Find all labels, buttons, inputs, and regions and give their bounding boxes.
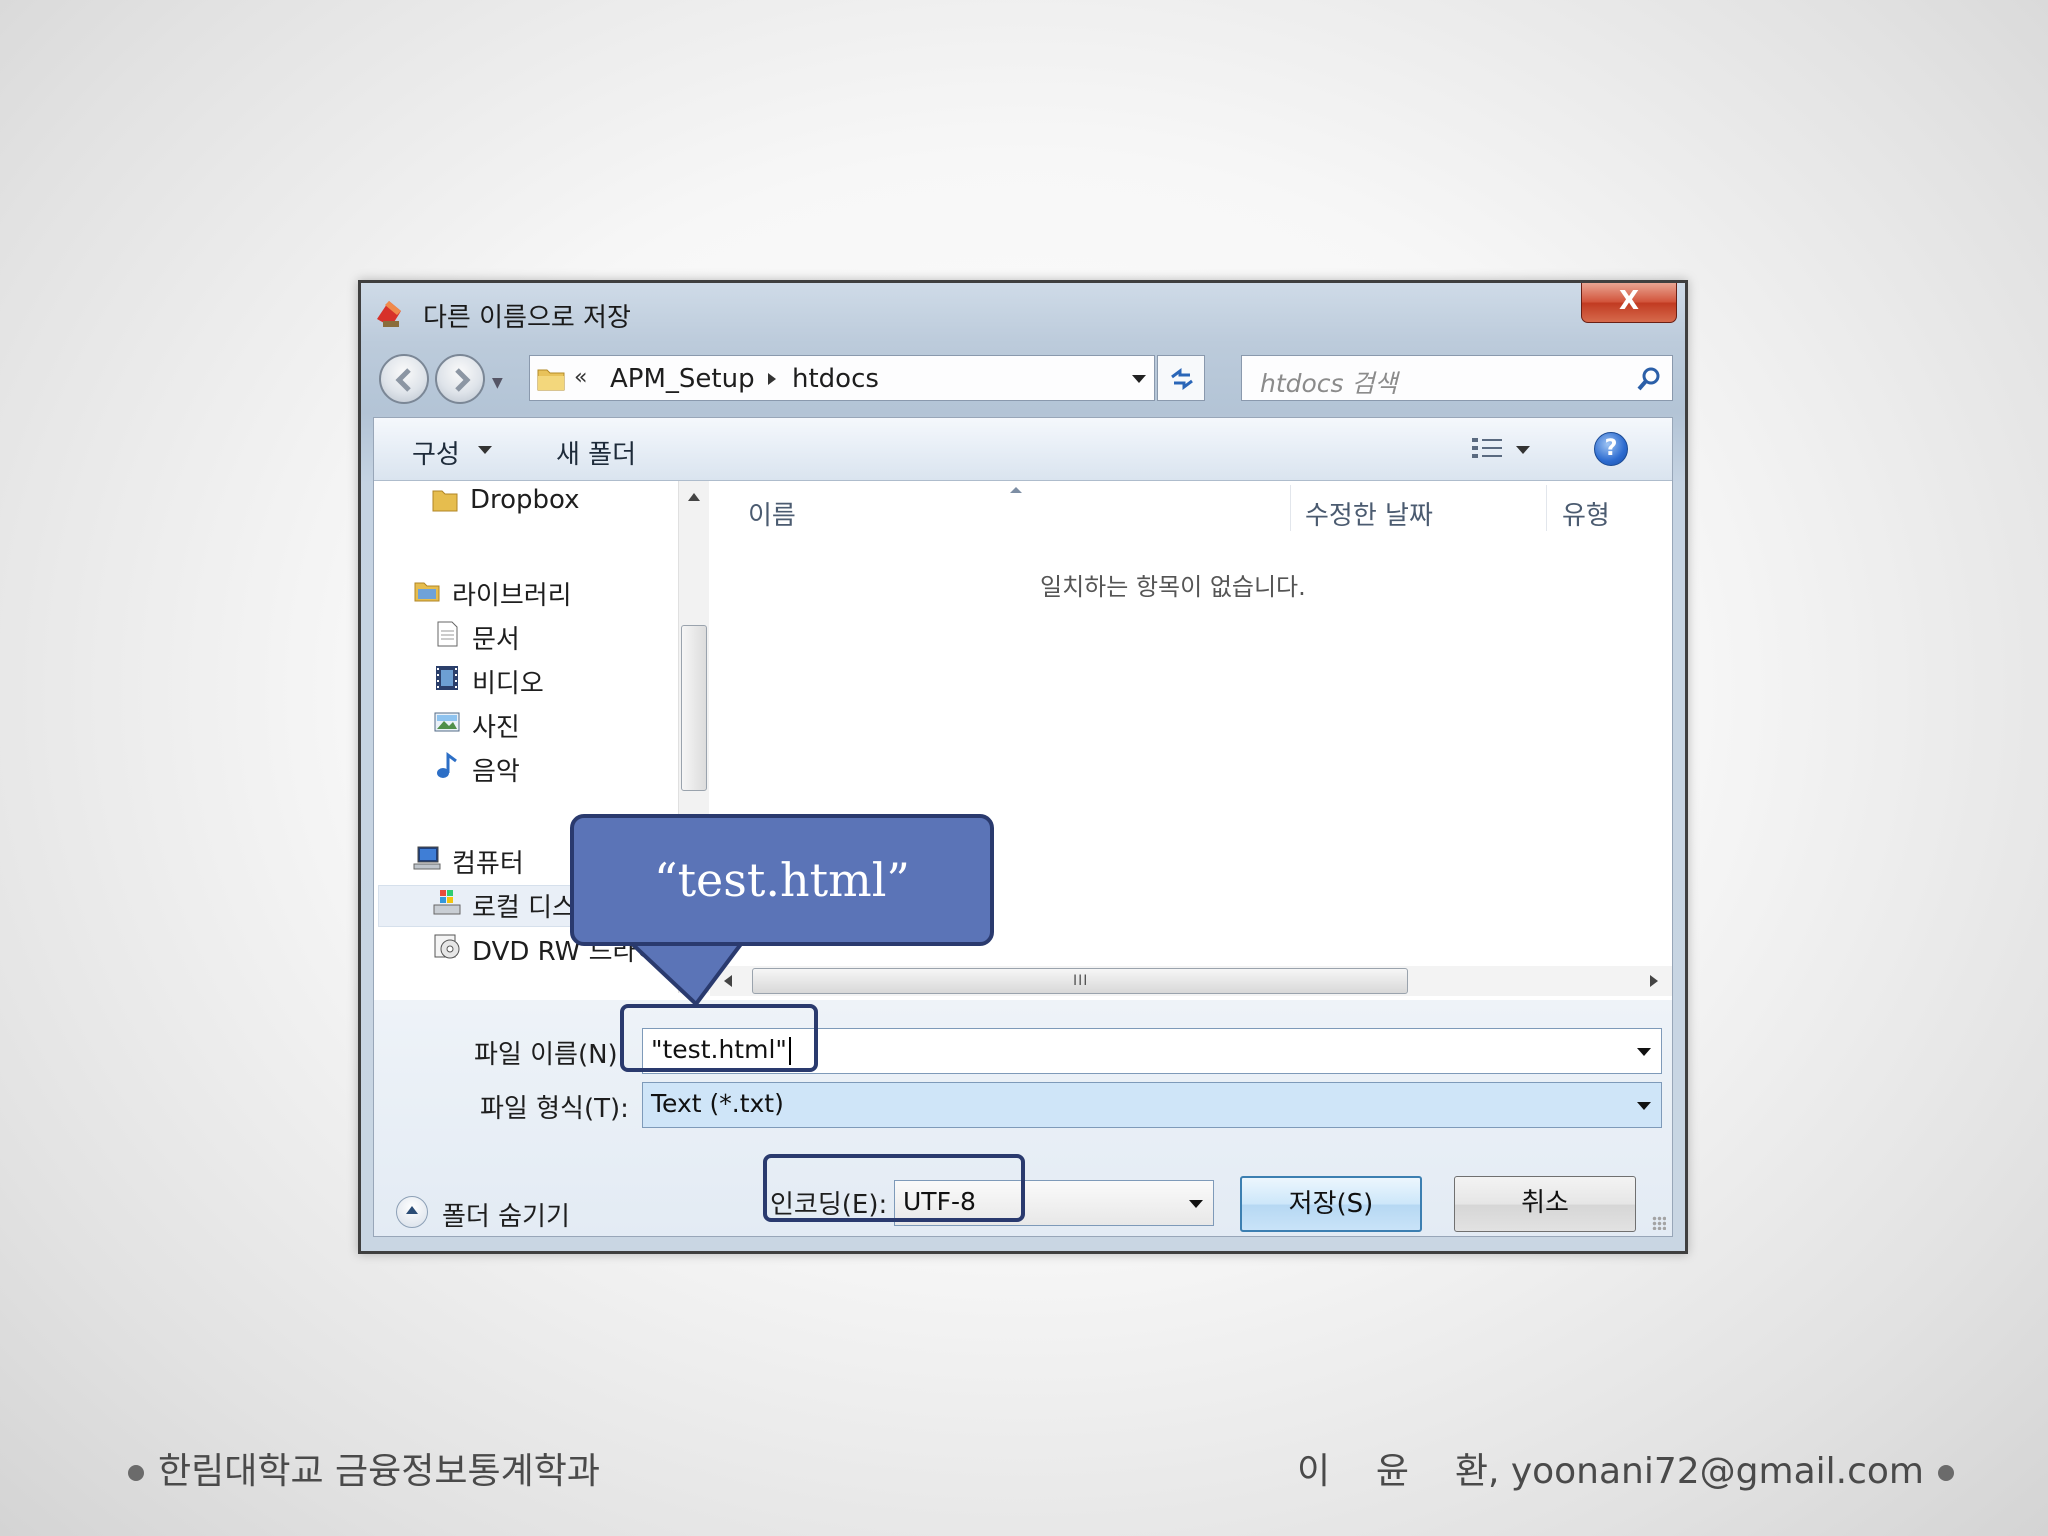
computer-icon	[413, 846, 441, 870]
encoding-highlight-box	[763, 1154, 1025, 1222]
file-list-horizontal-scrollbar[interactable]: III	[710, 966, 1672, 996]
refresh-button[interactable]	[1157, 355, 1205, 401]
filename-highlight-box	[620, 1004, 818, 1072]
filetype-select[interactable]: Text (*.txt)	[642, 1082, 1662, 1128]
dialog-body: 구성 새 폴더 ? Dropbox 라이브러리 문서 비디오 사진 음악 컴퓨터…	[373, 417, 1673, 1237]
resize-grip[interactable]	[1652, 1216, 1666, 1230]
music-icon	[437, 752, 457, 778]
back-button[interactable]	[379, 354, 429, 404]
app-icon	[377, 301, 401, 327]
nav-item-label: Dropbox	[470, 485, 580, 515]
filetype-label: 파일 형식(T):	[480, 1094, 629, 1124]
chevron-down-icon[interactable]	[1189, 1200, 1203, 1208]
scrollbar-thumb[interactable]	[681, 625, 707, 791]
dvd-drive-icon	[434, 934, 460, 959]
video-icon	[436, 666, 458, 690]
picture-icon	[434, 712, 460, 732]
forward-button[interactable]	[435, 354, 485, 404]
bullet-icon	[1938, 1465, 1954, 1481]
footer-right-text: 이 윤 환, yoonani72@gmail.com	[1297, 1451, 1924, 1492]
filename-callout: “test.html”	[570, 814, 994, 946]
help-button[interactable]: ?	[1594, 432, 1628, 466]
footer-author: 이 윤 환, yoonani72@gmail.com	[1297, 1442, 1954, 1494]
dialog-title: 다른 이름으로 저장	[423, 303, 631, 333]
scroll-up-icon[interactable]	[688, 493, 700, 501]
nav-item-label: 비디오	[472, 669, 544, 699]
document-icon	[437, 621, 458, 647]
save-button[interactable]: 저장(S)	[1240, 1176, 1422, 1232]
save-as-dialog: 다른 이름으로 저장 X ▼ « APM_Setup htdocs htdocs…	[358, 280, 1688, 1254]
footer-left-text: 한림대학교 금융정보통계학과	[158, 1451, 601, 1492]
back-arrow-icon	[395, 368, 411, 392]
organize-button[interactable]: 구성	[412, 434, 460, 471]
column-header-name[interactable]: 이름	[748, 495, 796, 532]
nav-item-label: 사진	[472, 713, 520, 743]
command-bar: 구성 새 폴더 ?	[374, 418, 1672, 481]
breadcrumb-separator-icon[interactable]	[768, 373, 776, 385]
forward-arrow-icon	[455, 368, 471, 392]
folder-icon	[537, 369, 565, 391]
views-icon[interactable]	[1470, 436, 1504, 462]
search-icon[interactable]	[1636, 366, 1662, 392]
column-divider[interactable]	[1546, 485, 1547, 531]
filename-label: 파일 이름(N):	[474, 1040, 627, 1070]
callout-pointer	[626, 938, 746, 1007]
nav-item-label: 컴퓨터	[452, 849, 524, 879]
library-icon	[414, 582, 440, 602]
breadcrumb-apm-setup[interactable]: APM_Setup	[610, 364, 755, 394]
filetype-value: Text (*.txt)	[643, 1083, 1661, 1127]
address-bar[interactable]: « APM_Setup htdocs	[529, 355, 1155, 401]
organize-dropdown-icon[interactable]	[478, 446, 492, 454]
scrollbar-thumb[interactable]: III	[752, 968, 1408, 994]
scroll-right-icon[interactable]	[1650, 975, 1658, 987]
empty-list-message: 일치하는 항목이 없습니다.	[1040, 573, 1306, 601]
column-header-type[interactable]: 유형	[1562, 495, 1610, 532]
column-header-date-modified[interactable]: 수정한 날짜	[1305, 495, 1433, 532]
new-folder-button[interactable]: 새 폴더	[556, 434, 636, 471]
local-disk-icon	[433, 890, 461, 915]
column-divider[interactable]	[1290, 485, 1291, 531]
sort-ascending-icon	[1010, 487, 1022, 493]
nav-item-label: 라이브러리	[452, 581, 572, 611]
hide-folders-label: 폴더 숨기기	[442, 1202, 570, 1232]
address-overflow-chevron[interactable]: «	[574, 365, 587, 390]
breadcrumb-htdocs[interactable]: htdocs	[792, 364, 879, 394]
close-button[interactable]: X	[1581, 283, 1677, 323]
cancel-button[interactable]: 취소	[1454, 1176, 1636, 1232]
address-dropdown-icon[interactable]	[1132, 375, 1146, 383]
nav-item-label: 음악	[472, 757, 520, 787]
search-input[interactable]: htdocs 검색	[1260, 364, 1398, 400]
recent-pages-dropdown-icon[interactable]: ▼	[492, 375, 503, 391]
chevron-down-icon[interactable]	[1637, 1102, 1651, 1110]
grip-icon: III	[1073, 973, 1089, 989]
folder-icon	[432, 490, 458, 512]
chevron-down-icon[interactable]	[1637, 1048, 1651, 1056]
footer-affiliation: 한림대학교 금융정보통계학과	[128, 1442, 600, 1494]
nav-item-label: 문서	[472, 625, 520, 655]
title-bar: 다른 이름으로 저장 X	[361, 283, 1685, 343]
views-dropdown-icon[interactable]	[1516, 446, 1530, 454]
bullet-icon	[128, 1465, 144, 1481]
search-box[interactable]: htdocs 검색	[1241, 355, 1673, 401]
refresh-icon	[1171, 368, 1193, 390]
collapse-up-icon	[396, 1196, 428, 1228]
